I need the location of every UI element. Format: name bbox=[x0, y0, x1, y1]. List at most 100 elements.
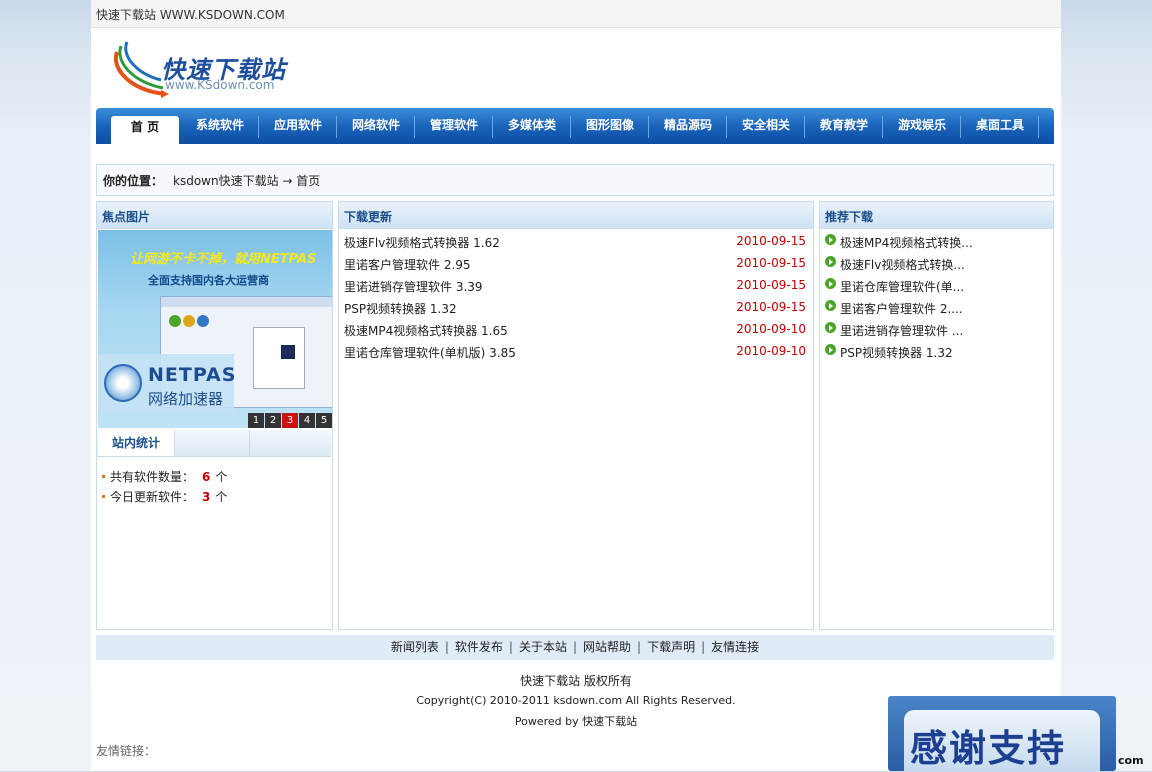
recommended-link[interactable]: 里诺进销存管理软件 ... bbox=[840, 322, 963, 339]
download-name[interactable]: 里诺进销存管理软件 3.39 bbox=[344, 278, 483, 295]
downloads-panel-title: 下载更新 bbox=[344, 210, 393, 224]
recommended-link[interactable]: 极速MP4视频格式转换... bbox=[840, 234, 973, 251]
stat-label: 今日更新软件： bbox=[110, 490, 195, 504]
download-name[interactable]: 极速Flv视频格式转换器 1.62 bbox=[344, 234, 500, 251]
download-item: 里诺仓库管理软件(单机版) 3.85 2010-09-10 bbox=[344, 340, 806, 362]
arrow-bullet-icon bbox=[825, 344, 836, 355]
slideshow-pager: 12345 bbox=[247, 412, 332, 428]
bullet-icon bbox=[102, 475, 105, 478]
download-date: 2010-09-15 bbox=[736, 300, 806, 314]
download-name[interactable]: 里诺客户管理软件 2.95 bbox=[344, 256, 471, 273]
recommended-panel: 推荐下载 极速MP4视频格式转换... 极速Flv视频格式转换... 里诺仓库管… bbox=[819, 201, 1054, 630]
nav-separator bbox=[336, 116, 337, 138]
slide-page-5[interactable]: 5 bbox=[316, 413, 332, 428]
stat-row-total: 共有软件数量： 6 个 bbox=[102, 468, 227, 485]
recommended-link[interactable]: 里诺客户管理软件 2.... bbox=[840, 300, 963, 317]
banner-suffix-text: com bbox=[1118, 754, 1144, 767]
focus-panel: 焦点图片 让网游不卡不掉，就用NETPAS 全面支持国内各大运营商 NETPAS… bbox=[96, 201, 333, 630]
footer-link-separator: | bbox=[572, 640, 578, 654]
recommended-panel-header: 推荐下载 bbox=[820, 202, 1053, 229]
download-date: 2010-09-10 bbox=[736, 344, 806, 358]
arrow-bullet-icon bbox=[825, 322, 836, 333]
footer-link-publish[interactable]: 软件发布 bbox=[455, 640, 503, 654]
download-item: 极速MP4视频格式转换器 1.65 2010-09-10 bbox=[344, 318, 806, 340]
support-banner[interactable]: 感谢支持 bbox=[888, 696, 1116, 771]
download-item: 里诺进销存管理软件 3.39 2010-09-15 bbox=[344, 274, 806, 296]
slide-page-1[interactable]: 1 bbox=[248, 413, 264, 428]
download-item: 极速Flv视频格式转换器 1.62 2010-09-15 bbox=[344, 230, 806, 252]
slide-page-4[interactable]: 4 bbox=[299, 413, 315, 428]
nav-separator bbox=[1038, 116, 1039, 138]
stats-title: 站内统计 bbox=[98, 430, 175, 456]
nav-separator bbox=[804, 116, 805, 138]
arrow-bullet-icon bbox=[825, 234, 836, 245]
page-container: 快速下载站 WWW.KSDOWN.COM 快速下载站 www.KSdown.co… bbox=[91, 0, 1061, 771]
recommended-link[interactable]: 极速Flv视频格式转换... bbox=[840, 256, 965, 273]
breadcrumb: 你的位置： ksdown快速下载站 → 首页 bbox=[96, 164, 1054, 196]
logo-url: www.KSdown.com bbox=[165, 78, 275, 92]
footer-link-separator: | bbox=[508, 640, 513, 654]
nav-tab-multimedia[interactable]: 多媒体类 bbox=[497, 117, 567, 137]
nav-tab-games[interactable]: 游戏娱乐 bbox=[887, 117, 957, 137]
stat-value: 6 bbox=[202, 470, 211, 484]
nav-separator bbox=[882, 116, 883, 138]
download-name[interactable]: 里诺仓库管理软件(单机版) 3.85 bbox=[344, 344, 516, 361]
nav-tab-apps[interactable]: 应用软件 bbox=[263, 117, 333, 137]
site-logo[interactable]: 快速下载站 www.KSdown.com bbox=[111, 38, 301, 98]
nav-tab-home[interactable]: 首 页 bbox=[111, 116, 179, 144]
nav-tab-education[interactable]: 教育教学 bbox=[809, 117, 879, 137]
breadcrumb-path[interactable]: ksdown快速下载站 → 首页 bbox=[173, 172, 320, 189]
downloads-panel: 下载更新 极速Flv视频格式转换器 1.62 2010-09-15 里诺客户管理… bbox=[338, 201, 814, 630]
breadcrumb-label: 你的位置： bbox=[103, 174, 164, 188]
stat-row-today: 今日更新软件： 3 个 bbox=[102, 488, 227, 505]
nav-tab-desktop[interactable]: 桌面工具 bbox=[965, 117, 1035, 137]
footer-owner: 快速下载站 版权所有 bbox=[520, 674, 632, 688]
nav-tab-system[interactable]: 系统软件 bbox=[185, 117, 255, 137]
nav-separator bbox=[960, 116, 961, 138]
arrow-bullet-icon bbox=[825, 300, 836, 311]
focus-panel-title: 焦点图片 bbox=[102, 210, 151, 224]
ad-brand: NETPAS bbox=[148, 364, 237, 386]
download-date: 2010-09-15 bbox=[736, 256, 806, 270]
download-name[interactable]: PSP视频转换器 1.32 bbox=[344, 300, 457, 317]
download-date: 2010-09-15 bbox=[736, 278, 806, 292]
footer-link-separator: | bbox=[444, 640, 449, 654]
stat-label: 共有软件数量： bbox=[110, 470, 195, 484]
focus-slideshow[interactable]: 让网游不卡不掉，就用NETPAS 全面支持国内各大运营商 NETPAS 网络加速… bbox=[98, 230, 332, 428]
ad-subtitle: 全面支持国内各大运营商 bbox=[148, 274, 269, 287]
download-name[interactable]: 极速MP4视频格式转换器 1.65 bbox=[344, 322, 508, 339]
ad-brand-sub: 网络加速器 bbox=[148, 390, 224, 408]
nav-tab-security[interactable]: 安全相关 bbox=[731, 117, 801, 137]
footer-link-about[interactable]: 关于本站 bbox=[519, 640, 567, 654]
footer-links: 新闻列表 | 软件发布 | 关于本站 | 网站帮助 | 下载声明 | 友情连接 bbox=[96, 635, 1054, 660]
slide-page-2[interactable]: 2 bbox=[265, 413, 281, 428]
footer-link-news[interactable]: 新闻列表 bbox=[391, 640, 439, 654]
nav-separator bbox=[414, 116, 415, 138]
arrow-bullet-icon bbox=[825, 278, 836, 289]
footer-link-help[interactable]: 网站帮助 bbox=[583, 640, 631, 654]
nav-tab-graphics[interactable]: 图形图像 bbox=[575, 117, 645, 137]
slide-page-3[interactable]: 3 bbox=[282, 413, 298, 428]
stats-header: 站内统计 bbox=[97, 430, 331, 457]
download-item: 里诺客户管理软件 2.95 2010-09-15 bbox=[344, 252, 806, 274]
top-bar: 快速下载站 WWW.KSDOWN.COM bbox=[91, 0, 1061, 28]
downloads-panel-header: 下载更新 bbox=[339, 202, 813, 229]
download-date: 2010-09-10 bbox=[736, 322, 806, 336]
recommended-link[interactable]: 里诺仓库管理软件(单... bbox=[840, 278, 964, 295]
main-nav: 首 页 系统软件 应用软件 网络软件 管理软件 多媒体类 图形图像 精品源码 安… bbox=[96, 108, 1054, 144]
nav-tab-management[interactable]: 管理软件 bbox=[419, 117, 489, 137]
nav-separator bbox=[492, 116, 493, 138]
arrow-bullet-icon bbox=[825, 256, 836, 267]
site-title-text: 快速下载站 WWW.KSDOWN.COM bbox=[96, 8, 285, 22]
nav-separator bbox=[258, 116, 259, 138]
recommended-link[interactable]: PSP视频转换器 1.32 bbox=[840, 344, 953, 361]
nav-separator bbox=[726, 116, 727, 138]
nav-tab-source[interactable]: 精品源码 bbox=[653, 117, 723, 137]
footer-link-friends[interactable]: 友情连接 bbox=[711, 640, 759, 654]
stat-value: 3 bbox=[202, 490, 211, 504]
support-banner-text: 感谢支持 bbox=[910, 727, 1066, 770]
nav-tab-network[interactable]: 网络软件 bbox=[341, 117, 411, 137]
stat-unit: 个 bbox=[215, 490, 228, 504]
recommended-panel-title: 推荐下载 bbox=[825, 210, 874, 224]
footer-link-statement[interactable]: 下载声明 bbox=[647, 640, 695, 654]
